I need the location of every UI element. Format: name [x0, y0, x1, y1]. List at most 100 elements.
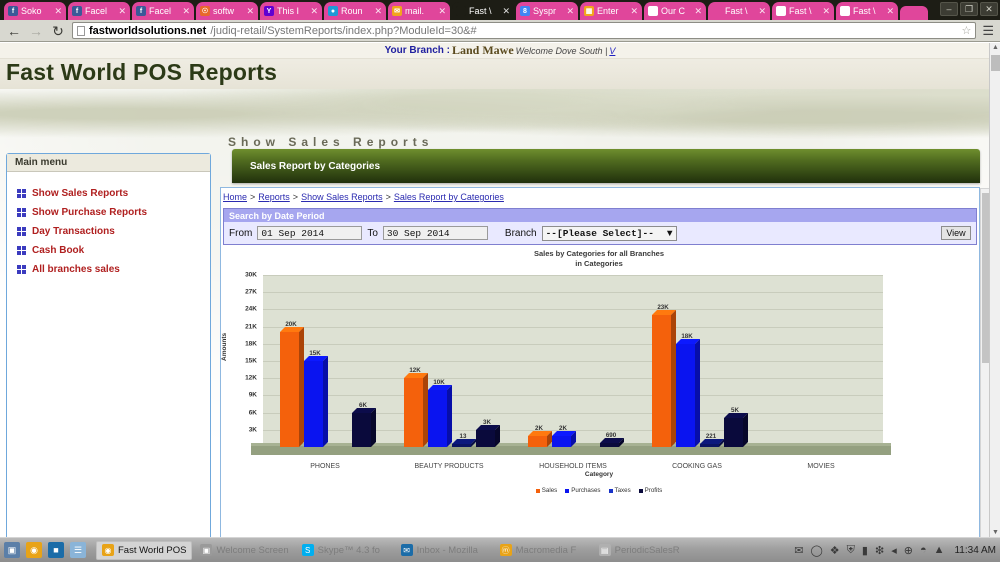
new-tab-button[interactable]: [900, 6, 928, 20]
browser-tab-13[interactable]: ☰ Fast \ ✕: [836, 2, 898, 20]
browser-tab-8[interactable]: 8 Syspr ✕: [516, 2, 578, 20]
mail-icon[interactable]: ✉: [794, 544, 803, 557]
notes-icon[interactable]: ◯: [810, 544, 822, 557]
page-scroll-thumb[interactable]: [991, 55, 1000, 71]
tab-close-icon[interactable]: ✕: [118, 6, 126, 17]
expand-icon[interactable]: ▲: [934, 544, 945, 556]
browser-tab-7[interactable]: Fast \ ✕: [452, 2, 514, 20]
browser-tab-label: mail.: [405, 6, 425, 16]
browser-tab-9[interactable]: ▦ Enter ✕: [580, 2, 642, 20]
tab-close-icon[interactable]: ✕: [630, 6, 638, 17]
facebook-icon: f: [136, 6, 146, 16]
taskbar-item-1[interactable]: ▣ Welcome Screen: [195, 541, 293, 560]
chart-gridline: [263, 395, 883, 397]
reload-icon[interactable]: ↻: [50, 24, 66, 38]
from-date-input[interactable]: 01 Sep 2014: [257, 226, 363, 240]
taskbar-item-2[interactable]: S Skype™ 4.3 fo: [297, 541, 393, 560]
show-desktop-icon[interactable]: ▣: [4, 542, 20, 558]
dropbox-icon[interactable]: ❖: [830, 544, 840, 557]
tab-close-icon[interactable]: ✕: [822, 6, 830, 17]
browser-tab-11[interactable]: Fast \ ✕: [708, 2, 770, 20]
page-vertical-scrollbar[interactable]: ▲ ▼: [989, 43, 1000, 537]
breadcrumb-link-0[interactable]: Home: [223, 192, 247, 202]
tab-close-icon[interactable]: ✕: [438, 6, 446, 17]
tab-close-icon[interactable]: ✕: [758, 6, 766, 17]
wifi-icon[interactable]: ◓: [920, 544, 927, 556]
browser-tab-1[interactable]: f Facel ✕: [68, 2, 130, 20]
battery-icon[interactable]: ▮: [862, 544, 868, 557]
browser-menu-icon[interactable]: ☰: [982, 23, 994, 39]
chart-gridline: [263, 361, 883, 362]
chart-y-axis-label: Amounts: [221, 332, 228, 361]
chart-legend-label: Purchases: [571, 487, 601, 494]
chart-bar-face: [303, 361, 323, 447]
media-icon[interactable]: ■: [48, 542, 64, 558]
logout-link[interactable]: V: [609, 46, 615, 56]
tab-close-icon[interactable]: ✕: [886, 6, 894, 17]
volume-icon[interactable]: ◂: [891, 544, 897, 557]
branch-select[interactable]: --[Please Select]-- ▼: [541, 225, 677, 241]
shield-icon[interactable]: ⛨: [847, 544, 855, 557]
tab-close-icon[interactable]: ✕: [182, 6, 190, 17]
chart-bar-face: [675, 343, 695, 447]
sidebar-item-show-purchase-reports[interactable]: Show Purchase Reports: [17, 207, 210, 218]
view-button[interactable]: View: [941, 226, 971, 240]
tab-close-icon[interactable]: ✕: [246, 6, 254, 17]
tab-close-icon[interactable]: ✕: [694, 6, 702, 17]
minimize-button[interactable]: –: [940, 2, 958, 16]
sidebar-item-cash-book[interactable]: Cash Book: [17, 245, 210, 256]
chart-bar: [279, 327, 304, 447]
browser-tab-label: Facel: [85, 6, 108, 16]
chart-gridline: [263, 343, 883, 345]
tab-close-icon[interactable]: ✕: [502, 6, 510, 17]
browser-tab-6[interactable]: ✉ mail. ✕: [388, 2, 450, 20]
forward-icon[interactable]: →: [28, 24, 44, 38]
browser-tab-0[interactable]: f Soko ✕: [4, 2, 66, 20]
taskbar-item-label: Macromedia F: [515, 544, 577, 556]
taskbar-item-5[interactable]: ▤ PeriodicSalesR: [594, 541, 690, 560]
network-icon[interactable]: ⊕: [904, 544, 913, 557]
search-panel-row: From 01 Sep 2014 To 30 Sep 2014 Branch -…: [224, 222, 976, 244]
taskbar-item-0[interactable]: ◉ Fast World POS: [96, 540, 193, 560]
bookmark-star-icon[interactable]: ☆: [961, 24, 971, 37]
files-icon[interactable]: ☰: [70, 542, 86, 558]
browser-tab-4[interactable]: Y This I ✕: [260, 2, 322, 20]
taskbar-item-icon: ▤: [598, 544, 611, 556]
scroll-up-icon[interactable]: ▲: [992, 44, 999, 51]
taskbar-item-4[interactable]: ⓜ Macromedia F: [495, 541, 591, 560]
browser-tab-3[interactable]: ☉ softw ✕: [196, 2, 258, 20]
sidebar-item-show-sales-reports[interactable]: Show Sales Reports: [17, 188, 210, 199]
sidebar-item-all-branches-sales[interactable]: All branches sales: [17, 264, 210, 275]
taskbar-item-label: Welcome Screen: [216, 544, 289, 556]
tab-close-icon[interactable]: ✕: [566, 6, 574, 17]
browser-tab-label: Fast \: [725, 6, 748, 16]
taskbar-item-icon: ⓜ: [499, 544, 512, 556]
maximize-button[interactable]: ❐: [960, 2, 978, 16]
chrome-icon[interactable]: ◉: [26, 542, 42, 558]
bluetooth-icon[interactable]: ❇: [875, 544, 884, 557]
breadcrumb-link-1[interactable]: Reports: [258, 192, 290, 202]
browser-tab-10[interactable]: ☰ Our C ✕: [644, 2, 706, 20]
breadcrumb-link-3[interactable]: Sales Report by Categories: [394, 192, 504, 202]
tab-close-icon[interactable]: ✕: [374, 6, 382, 17]
address-bar[interactable]: fastworldsolutions.net/judiq-retail/Syst…: [72, 22, 977, 39]
sidebar-item-day-transactions[interactable]: Day Transactions: [17, 226, 210, 237]
browser-tab-label: Fast \: [853, 6, 876, 16]
chart-y-tick: 9K: [248, 391, 257, 399]
chart-bar-face: [427, 389, 447, 447]
taskbar-item-3[interactable]: ✉ Inbox - Mozilla: [396, 541, 492, 560]
page-info-icon[interactable]: [77, 25, 85, 36]
back-icon[interactable]: ←: [6, 24, 22, 38]
scroll-down-icon[interactable]: ▼: [992, 529, 999, 536]
web-page: Your Branch : Land Mawe Welcome Dove Sou…: [0, 43, 1000, 537]
breadcrumb-link-2[interactable]: Show Sales Reports: [301, 192, 383, 202]
chart-bar-face: [651, 315, 671, 447]
tab-close-icon[interactable]: ✕: [54, 6, 62, 17]
chart-legend-item: Purchases: [565, 487, 601, 494]
tab-close-icon[interactable]: ✕: [310, 6, 318, 17]
browser-tab-5[interactable]: ● Roun ✕: [324, 2, 386, 20]
browser-tab-12[interactable]: ☰ Fast \ ✕: [772, 2, 834, 20]
browser-tab-2[interactable]: f Facel ✕: [132, 2, 194, 20]
to-date-input[interactable]: 30 Sep 2014: [382, 226, 488, 240]
close-button[interactable]: ✕: [980, 2, 998, 16]
